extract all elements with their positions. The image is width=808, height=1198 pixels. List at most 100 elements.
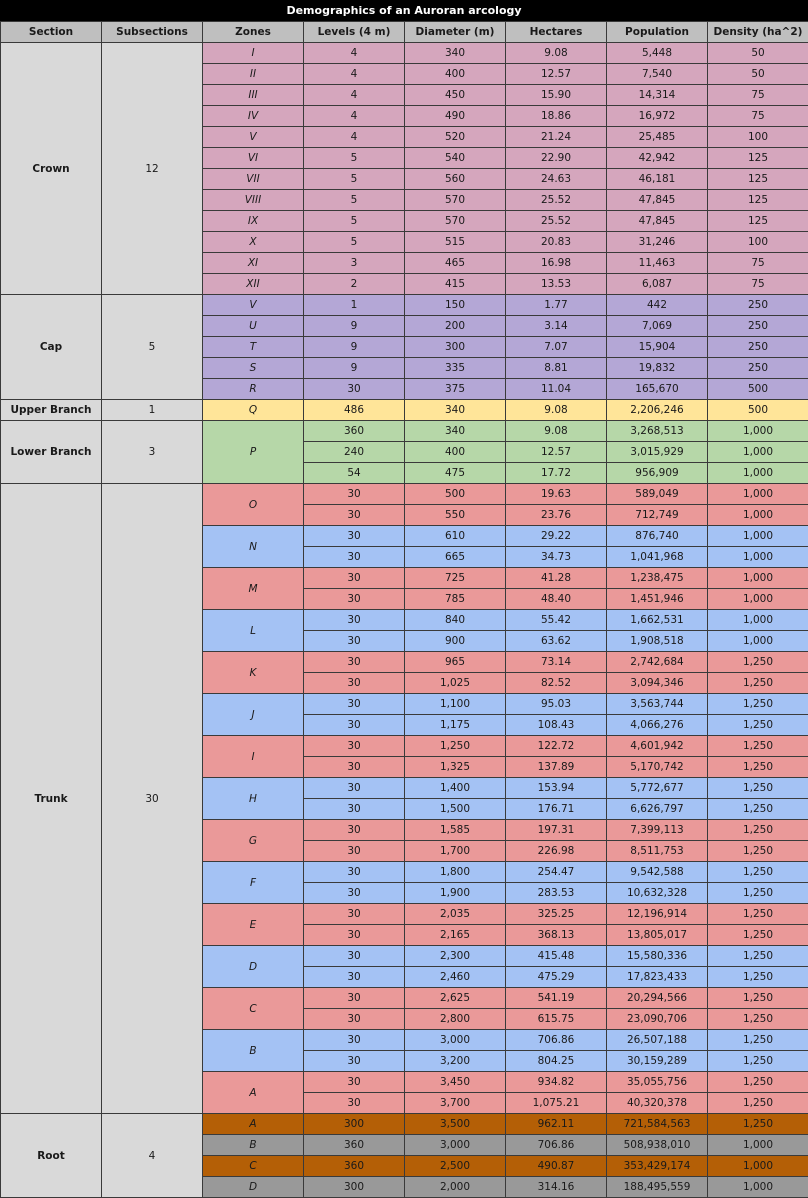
hectares-cell: 804.25 [506,1051,607,1072]
hectares-cell: 63.62 [506,631,607,652]
spreadsheet: Demographics of an Auroran arcology Sect… [0,0,808,1197]
population-cell: 47,845 [607,211,708,232]
hectares-cell: 9.08 [506,43,607,64]
diameter-cell: 965 [405,652,506,673]
zone-cell: U [203,316,304,337]
header-population: Population [607,22,708,43]
hectares-cell: 962.11 [506,1114,607,1135]
density-cell: 1,250 [708,946,808,967]
density-cell: 75 [708,253,808,274]
density-cell: 1,250 [708,1093,808,1114]
diameter-cell: 540 [405,148,506,169]
population-cell: 2,206,246 [607,400,708,421]
table-body: Crown12I43409.085,44850II440012.577,5405… [1,43,808,1198]
levels-cell: 4 [304,85,405,106]
zone-cell: D [203,1177,304,1198]
diameter-cell: 3,000 [405,1135,506,1156]
diameter-cell: 3,000 [405,1030,506,1051]
hectares-cell: 48.40 [506,589,607,610]
population-cell: 5,772,677 [607,778,708,799]
density-cell: 125 [708,148,808,169]
diameter-cell: 200 [405,316,506,337]
density-cell: 1,250 [708,988,808,1009]
hectares-cell: 22.90 [506,148,607,169]
zone-cell: B [203,1135,304,1156]
levels-cell: 30 [304,904,405,925]
table-row: Cap5V11501.77442250 [1,295,808,316]
subsections-cell: 5 [102,295,203,400]
density-cell: 500 [708,400,808,421]
levels-cell: 30 [304,820,405,841]
population-cell: 26,507,188 [607,1030,708,1051]
hectares-cell: 13.53 [506,274,607,295]
diameter-cell: 2,165 [405,925,506,946]
density-cell: 1,250 [708,799,808,820]
hectares-cell: 283.53 [506,883,607,904]
density-cell: 1,250 [708,736,808,757]
table-row: Lower Branch3P3603409.083,268,5131,000 [1,421,808,442]
levels-cell: 240 [304,442,405,463]
zone-cell: H [203,778,304,820]
hectares-cell: 226.98 [506,841,607,862]
hectares-cell: 1.77 [506,295,607,316]
diameter-cell: 1,250 [405,736,506,757]
density-cell: 1,000 [708,442,808,463]
levels-cell: 30 [304,694,405,715]
density-cell: 1,250 [708,1051,808,1072]
zone-cell: J [203,694,304,736]
header-zones: Zones [203,22,304,43]
population-cell: 17,823,433 [607,967,708,988]
density-cell: 1,250 [708,967,808,988]
diameter-cell: 3,450 [405,1072,506,1093]
hectares-cell: 55.42 [506,610,607,631]
zone-cell: VIII [203,190,304,211]
levels-cell: 486 [304,400,405,421]
table-row: Root4A3003,500962.11721,584,5631,250 [1,1114,808,1135]
density-cell: 125 [708,190,808,211]
diameter-cell: 2,000 [405,1177,506,1198]
subsections-cell: 3 [102,421,203,484]
density-cell: 1,000 [708,1135,808,1156]
levels-cell: 4 [304,106,405,127]
diameter-cell: 900 [405,631,506,652]
density-cell: 250 [708,316,808,337]
levels-cell: 30 [304,1030,405,1051]
hectares-cell: 368.13 [506,925,607,946]
hectares-cell: 17.72 [506,463,607,484]
hectares-cell: 41.28 [506,568,607,589]
zone-cell: IV [203,106,304,127]
diameter-cell: 300 [405,337,506,358]
levels-cell: 30 [304,967,405,988]
zone-cell: M [203,568,304,610]
population-cell: 7,540 [607,64,708,85]
hectares-cell: 314.16 [506,1177,607,1198]
density-cell: 1,250 [708,904,808,925]
diameter-cell: 1,800 [405,862,506,883]
zone-cell: III [203,85,304,106]
levels-cell: 9 [304,337,405,358]
hectares-cell: 475.29 [506,967,607,988]
levels-cell: 30 [304,547,405,568]
levels-cell: 30 [304,379,405,400]
levels-cell: 360 [304,1135,405,1156]
diameter-cell: 340 [405,421,506,442]
zone-cell: T [203,337,304,358]
levels-cell: 1 [304,295,405,316]
density-cell: 1,250 [708,925,808,946]
diameter-cell: 340 [405,400,506,421]
population-cell: 876,740 [607,526,708,547]
diameter-cell: 415 [405,274,506,295]
population-cell: 3,268,513 [607,421,708,442]
zone-cell: V [203,127,304,148]
population-cell: 188,495,559 [607,1177,708,1198]
density-cell: 1,250 [708,757,808,778]
density-cell: 1,250 [708,778,808,799]
zone-cell: P [203,421,304,484]
hectares-cell: 34.73 [506,547,607,568]
levels-cell: 3 [304,253,405,274]
diameter-cell: 475 [405,463,506,484]
levels-cell: 4 [304,127,405,148]
hectares-cell: 12.57 [506,442,607,463]
diameter-cell: 500 [405,484,506,505]
hectares-cell: 20.83 [506,232,607,253]
